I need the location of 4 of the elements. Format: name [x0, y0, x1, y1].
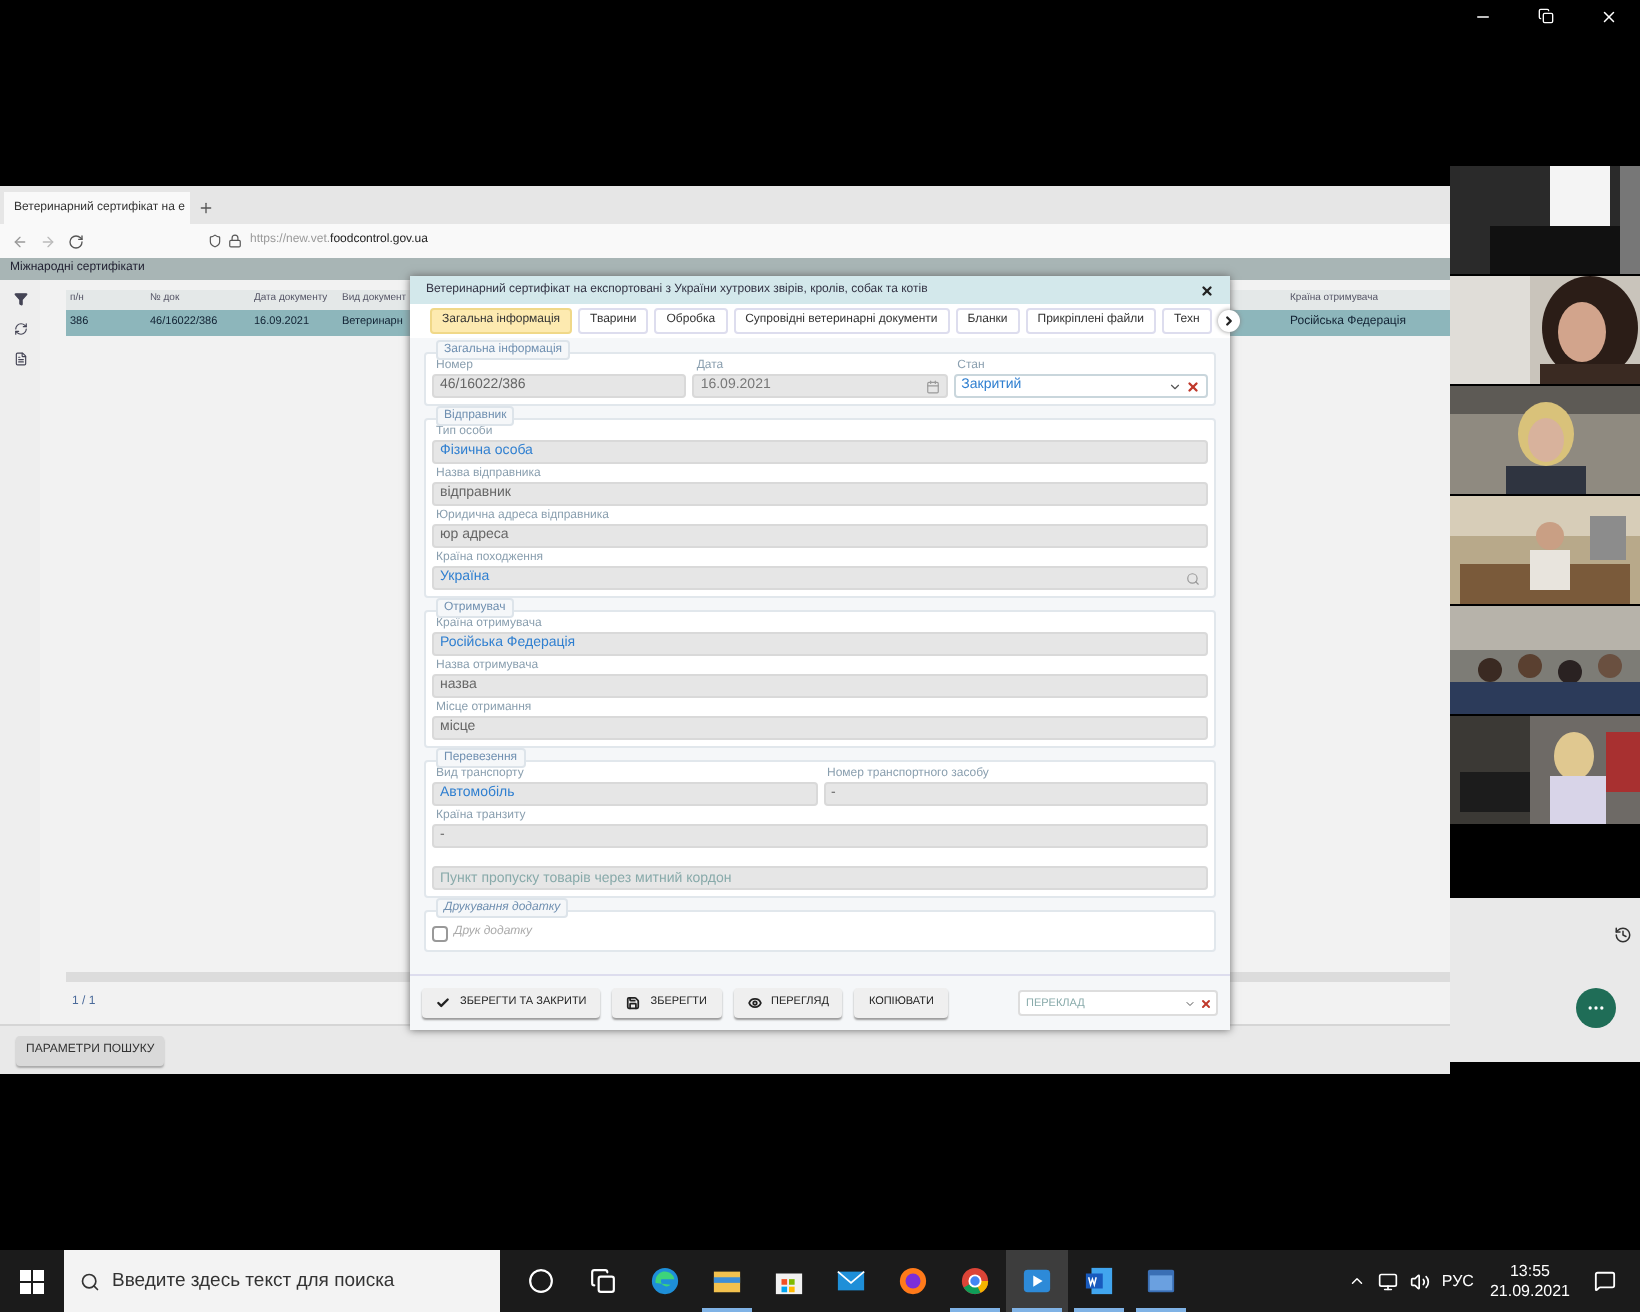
language-indicator[interactable]: РУС	[1441, 1269, 1474, 1293]
taskbar-search-field[interactable]: Введите здесь текст для поиска	[64, 1250, 500, 1312]
clock-date[interactable]: 21.09.2021	[1489, 1281, 1570, 1301]
clock-time[interactable]: 13:55	[1509, 1261, 1550, 1281]
